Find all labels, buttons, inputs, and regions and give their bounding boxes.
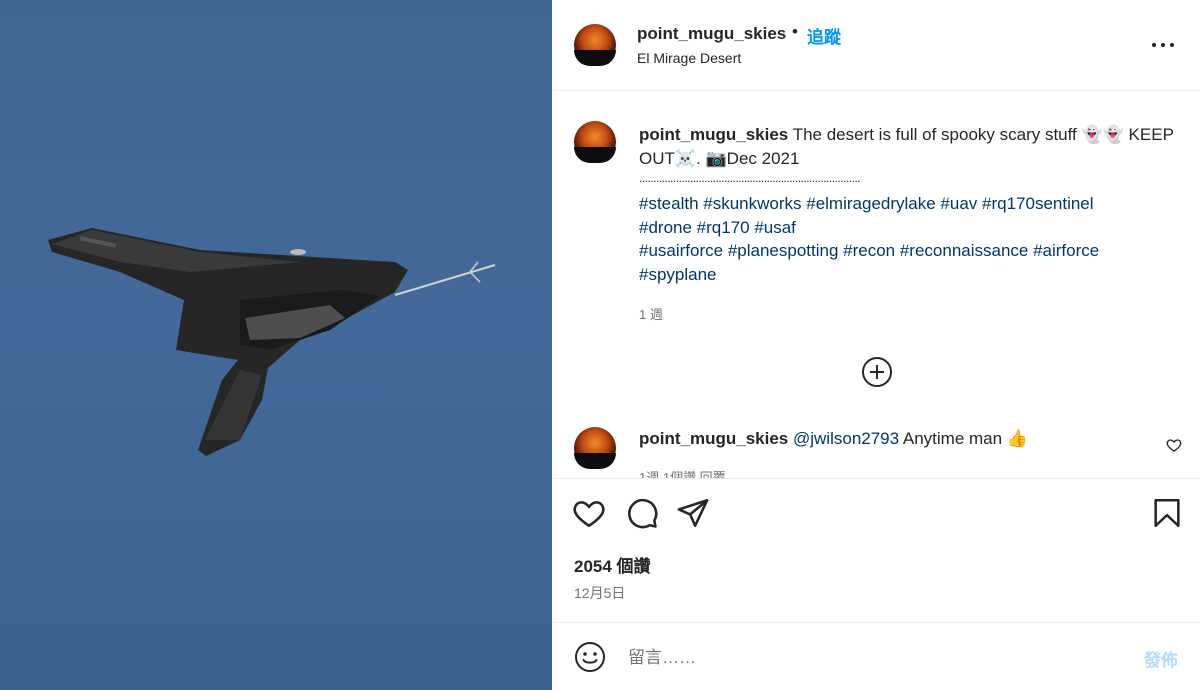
- plus-circle-icon[interactable]: [861, 356, 893, 388]
- share-icon[interactable]: [676, 496, 710, 530]
- hashtags-line-4[interactable]: #spyplane: [639, 265, 717, 284]
- comment-composer: 發佈: [552, 622, 1200, 690]
- emoji-icon[interactable]: [574, 641, 606, 673]
- reply-mention[interactable]: @jwilson2793: [793, 429, 899, 448]
- stealth-drone-image: [48, 228, 496, 456]
- reply-body: Anytime man 👍: [902, 429, 1028, 448]
- comments-scroll-area[interactable]: point_mugu_skies The desert is full of s…: [552, 91, 1200, 478]
- comment-like-heart-icon[interactable]: [1166, 437, 1182, 453]
- comment-input[interactable]: [626, 642, 1110, 674]
- reply-text: point_mugu_skies @jwilson2793 Anytime ma…: [639, 429, 1139, 449]
- bookmark-icon[interactable]: [1150, 496, 1184, 530]
- reply-avatar[interactable]: [574, 427, 616, 469]
- caption-username[interactable]: point_mugu_skies: [639, 125, 788, 144]
- post-comment-button[interactable]: 發佈: [1144, 646, 1178, 671]
- caption-divider-dots: ........................................…: [639, 171, 861, 185]
- heart-icon[interactable]: [572, 496, 606, 530]
- post-header: point_mugu_skies • 追蹤 El Mirage Desert: [552, 0, 1200, 91]
- author-avatar[interactable]: [574, 24, 616, 66]
- post-actions: 2054 個讚 12月5日: [552, 478, 1200, 623]
- more-options-icon[interactable]: [1152, 36, 1176, 54]
- likes-count[interactable]: 2054 個讚: [574, 552, 651, 577]
- post-photo[interactable]: [0, 0, 552, 690]
- caption-timestamp[interactable]: 1 週: [639, 304, 663, 323]
- caption-text: point_mugu_skies The desert is full of s…: [639, 123, 1179, 171]
- reply-meta: 1週 1個讚 回覆: [639, 470, 726, 478]
- hashtags-line-2[interactable]: #drone #rq170 #usaf: [639, 218, 796, 237]
- author-username[interactable]: point_mugu_skies: [637, 24, 786, 44]
- post-side-panel: point_mugu_skies • 追蹤 El Mirage Desert p…: [552, 0, 1200, 690]
- reply-username[interactable]: point_mugu_skies: [639, 429, 788, 448]
- location-link[interactable]: El Mirage Desert: [637, 50, 741, 66]
- follow-button[interactable]: 追蹤: [807, 23, 841, 48]
- caption-hashtags: #stealth #skunkworks #elmiragedrylake #u…: [639, 192, 1179, 286]
- hashtags-line-3[interactable]: #usairforce #planespotting #recon #recon…: [639, 241, 1099, 260]
- hashtags-line-1[interactable]: #stealth #skunkworks #elmiragedrylake #u…: [639, 194, 1094, 213]
- separator-dot: •: [792, 22, 798, 41]
- caption-avatar[interactable]: [574, 121, 616, 163]
- post-date[interactable]: 12月5日: [574, 583, 625, 603]
- comment-icon[interactable]: [625, 496, 659, 530]
